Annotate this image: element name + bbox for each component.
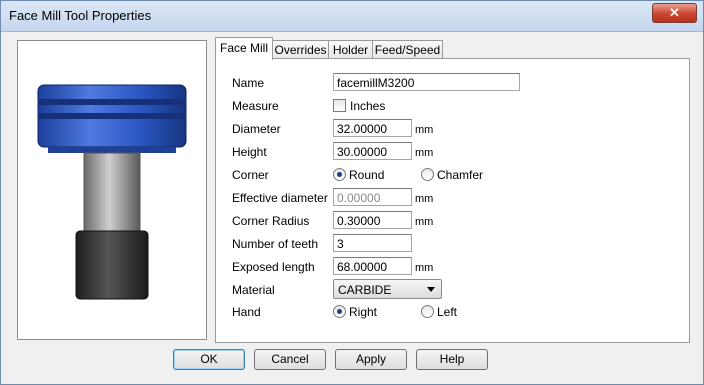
close-icon: ✕ bbox=[669, 5, 680, 20]
hand-label: Hand bbox=[232, 305, 261, 319]
corner-label: Corner bbox=[232, 168, 269, 182]
effective-diameter-unit: mm bbox=[415, 193, 434, 205]
exposed-length-unit: mm bbox=[415, 262, 434, 274]
hand-left-radio[interactable] bbox=[421, 305, 434, 318]
exposed-length-input[interactable]: 68.00000 bbox=[333, 257, 412, 275]
measure-label: Measure bbox=[232, 99, 279, 113]
corner-radius-label: Corner Radius bbox=[232, 214, 310, 228]
corner-chamfer-radio[interactable] bbox=[421, 168, 434, 181]
diameter-unit: mm bbox=[415, 124, 434, 136]
chevron-down-icon bbox=[427, 287, 435, 292]
ok-button[interactable]: OK bbox=[173, 349, 245, 370]
face-mill-tool-image bbox=[37, 84, 187, 300]
exposed-length-label: Exposed length bbox=[232, 260, 315, 274]
tool-preview-panel bbox=[17, 40, 207, 340]
height-input[interactable]: 30.00000 bbox=[333, 142, 412, 160]
tab-overrides[interactable]: Overrides bbox=[272, 40, 329, 59]
corner-radius-unit: mm bbox=[415, 216, 434, 228]
tab-holder[interactable]: Holder bbox=[328, 40, 373, 59]
tab-feed-speed[interactable]: Feed/Speed bbox=[372, 40, 443, 59]
hand-right-label[interactable]: Right bbox=[349, 305, 377, 319]
inches-checkbox[interactable] bbox=[333, 99, 346, 112]
corner-round-label[interactable]: Round bbox=[349, 168, 384, 182]
corner-radius-input[interactable]: 0.30000 bbox=[333, 211, 412, 229]
diameter-input[interactable]: 32.00000 bbox=[333, 119, 412, 137]
hand-left-label[interactable]: Left bbox=[437, 305, 457, 319]
inches-checkbox-label[interactable]: Inches bbox=[350, 99, 385, 113]
corner-round-radio[interactable] bbox=[333, 168, 346, 181]
apply-button[interactable]: Apply bbox=[335, 349, 407, 370]
height-unit: mm bbox=[415, 147, 434, 159]
close-button[interactable]: ✕ bbox=[652, 3, 697, 23]
height-label: Height bbox=[232, 145, 267, 159]
effective-diameter-label: Effective diameter bbox=[232, 191, 328, 205]
teeth-input[interactable]: 3 bbox=[333, 234, 412, 252]
teeth-label: Number of teeth bbox=[232, 237, 319, 251]
title-bar[interactable]: Face Mill Tool Properties ✕ bbox=[1, 1, 703, 32]
material-select-value: CARBIDE bbox=[338, 283, 392, 297]
dialog-window: Face Mill Tool Properties ✕ Face Mill Ov… bbox=[0, 0, 704, 385]
tab-face-mill[interactable]: Face Mill bbox=[215, 37, 273, 60]
cancel-button[interactable]: Cancel bbox=[254, 349, 326, 370]
window-title: Face Mill Tool Properties bbox=[9, 8, 152, 23]
effective-diameter-input: 0.00000 bbox=[333, 188, 412, 206]
hand-right-radio[interactable] bbox=[333, 305, 346, 318]
name-input[interactable]: facemillM3200 bbox=[333, 73, 520, 91]
corner-chamfer-label[interactable]: Chamfer bbox=[437, 168, 483, 182]
material-label: Material bbox=[232, 283, 275, 297]
diameter-label: Diameter bbox=[232, 122, 281, 136]
material-select[interactable]: CARBIDE bbox=[333, 279, 442, 299]
name-label: Name bbox=[232, 76, 265, 90]
help-button[interactable]: Help bbox=[416, 349, 488, 370]
